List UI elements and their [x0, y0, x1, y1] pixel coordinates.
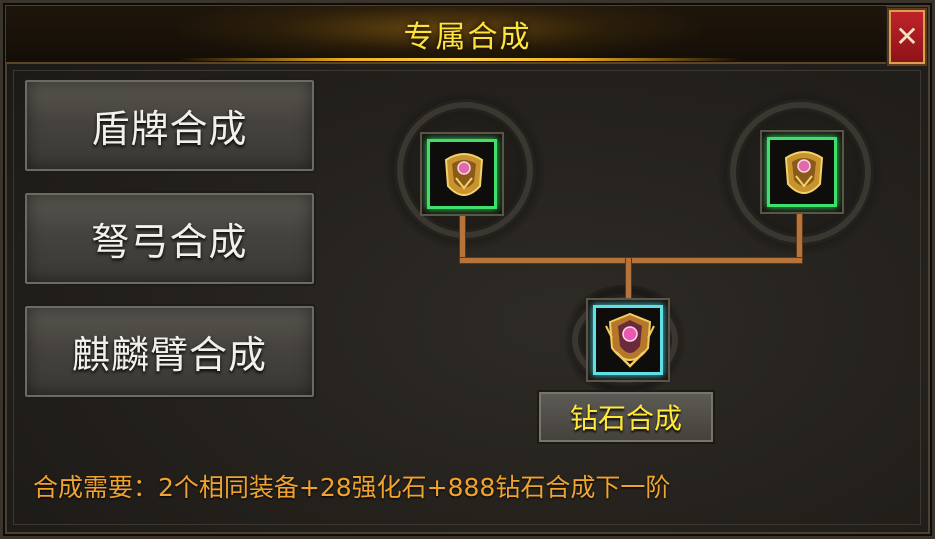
tab-label: 麒麟臂合成	[71, 333, 267, 377]
golden-armlet-icon	[444, 153, 484, 196]
title-underline	[180, 58, 740, 61]
input-slot-frame	[427, 139, 497, 209]
tab-shield-synthesis[interactable]: 盾牌合成	[23, 78, 316, 173]
input-slot-2[interactable]	[760, 130, 844, 214]
jeweled-armlet-icon	[605, 312, 655, 368]
close-icon: ✕	[895, 20, 919, 53]
output-slot-frame	[593, 305, 663, 375]
connector-left	[460, 210, 465, 262]
output-slot[interactable]	[586, 298, 670, 382]
connector-down	[626, 258, 631, 302]
diamond-synthesis-button[interactable]: 钻石合成	[537, 390, 715, 444]
input-slot-frame	[767, 137, 837, 207]
tab-label: 盾牌合成	[91, 107, 248, 151]
requirement-text: 合成需要：2个相同装备+28强化石+888钻石合成下一阶	[33, 473, 671, 502]
tab-label: 弩弓合成	[91, 220, 248, 264]
tab-armguard-synthesis[interactable]: 麒麟臂合成	[23, 304, 316, 399]
tab-crossbow-synthesis[interactable]: 弩弓合成	[23, 191, 316, 286]
connector-horizontal	[460, 258, 802, 263]
close-button[interactable]: ✕	[887, 8, 927, 66]
input-slot-1[interactable]	[420, 132, 504, 216]
window-title: 专属合成	[403, 20, 532, 55]
connector-right	[797, 208, 802, 262]
golden-armlet-icon	[784, 151, 824, 194]
diamond-synthesis-label: 钻石合成	[569, 402, 682, 435]
